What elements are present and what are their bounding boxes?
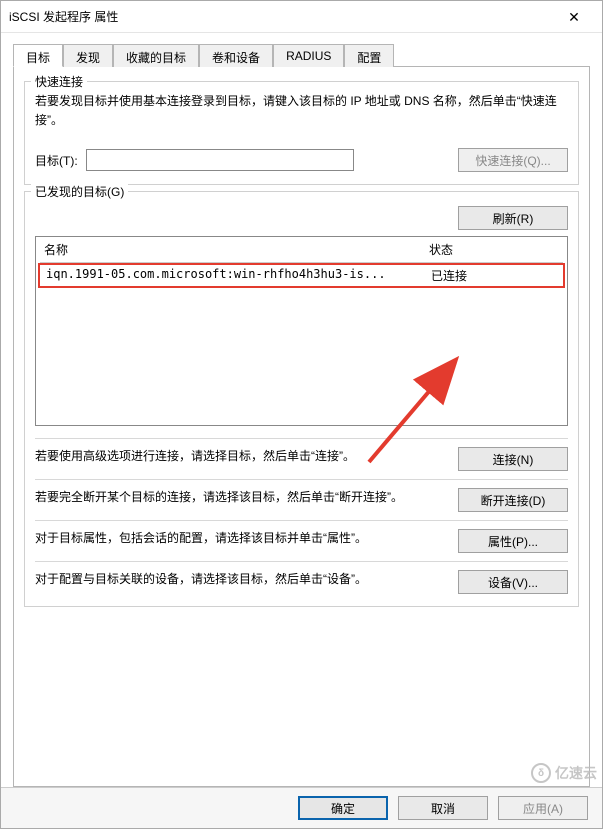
col-header-state: 状态 (429, 241, 559, 258)
list-header: 名称 状态 (36, 237, 567, 262)
disconnect-button[interactable]: 断开连接(D) (458, 488, 568, 512)
content-area: 目标 发现 收藏的目标 卷和设备 RADIUS 配置 快速连接 若要发现目标并使… (1, 33, 602, 787)
table-row[interactable]: iqn.1991-05.com.microsoft:win-rhfho4h3hu… (38, 263, 565, 288)
target-input[interactable] (86, 149, 354, 171)
tab-label: RADIUS (286, 49, 331, 63)
tab-label: 配置 (357, 51, 381, 65)
connect-help: 若要使用高级选项进行连接，请选择目标，然后单击“连接”。 (35, 447, 448, 466)
targets-list[interactable]: 名称 状态 iqn.1991-05.com.microsoft:win-rhfh… (35, 236, 568, 426)
quick-connect-help: 若要发现目标并使用基本连接登录到目标，请键入该目标的 IP 地址或 DNS 名称… (35, 92, 568, 130)
row-name: iqn.1991-05.com.microsoft:win-rhfho4h3hu… (46, 267, 431, 284)
close-icon[interactable]: ✕ (554, 1, 594, 33)
tab-radius[interactable]: RADIUS (273, 44, 344, 67)
ok-button[interactable]: 确定 (298, 796, 388, 820)
tab-strip: 目标 发现 收藏的目标 卷和设备 RADIUS 配置 (13, 43, 590, 67)
devices-help: 对于配置与目标关联的设备，请选择该目标，然后单击“设备”。 (35, 570, 448, 589)
connect-button[interactable]: 连接(N) (458, 447, 568, 471)
quick-connect-button[interactable]: 快速连接(Q)... (458, 148, 568, 172)
target-label: 目标(T): (35, 152, 78, 169)
devices-button[interactable]: 设备(V)... (458, 570, 568, 594)
row-state: 已连接 (431, 267, 557, 284)
tab-volumes-devices[interactable]: 卷和设备 (199, 44, 273, 67)
refresh-button[interactable]: 刷新(R) (458, 206, 568, 230)
action-rows: 若要使用高级选项进行连接，请选择目标，然后单击“连接”。 连接(N) 若要完全断… (35, 438, 568, 602)
properties-button[interactable]: 属性(P)... (458, 529, 568, 553)
col-header-name: 名称 (44, 241, 429, 258)
tab-label: 卷和设备 (212, 51, 260, 65)
tab-label: 发现 (76, 51, 100, 65)
disconnect-help: 若要完全断开某个目标的连接，请选择该目标，然后单击“断开连接”。 (35, 488, 448, 507)
action-row-connect: 若要使用高级选项进行连接，请选择目标，然后单击“连接”。 连接(N) (35, 438, 568, 479)
tab-targets[interactable]: 目标 (13, 44, 63, 67)
group-quick-connect: 快速连接 若要发现目标并使用基本连接登录到目标，请键入该目标的 IP 地址或 D… (24, 81, 579, 185)
titlebar: iSCSI 发起程序 属性 ✕ (1, 1, 602, 33)
tab-config[interactable]: 配置 (344, 44, 394, 67)
dialog-button-bar: 确定 取消 应用(A) (1, 787, 602, 828)
group-discovered-targets: 已发现的目标(G) 刷新(R) 名称 状态 iqn.1991-05.com.mi… (24, 191, 579, 607)
tab-favorite-targets[interactable]: 收藏的目标 (113, 44, 199, 67)
action-row-devices: 对于配置与目标关联的设备，请选择该目标，然后单击“设备”。 设备(V)... (35, 561, 568, 602)
group-title-discovered: 已发现的目标(G) (31, 183, 128, 200)
target-row: 目标(T): 快速连接(Q)... (35, 148, 568, 172)
tab-label: 目标 (26, 51, 50, 65)
action-row-disconnect: 若要完全断开某个目标的连接，请选择该目标，然后单击“断开连接”。 断开连接(D) (35, 479, 568, 520)
properties-help: 对于目标属性，包括会话的配置，请选择该目标并单击“属性”。 (35, 529, 448, 548)
tab-discovery[interactable]: 发现 (63, 44, 113, 67)
cancel-button[interactable]: 取消 (398, 796, 488, 820)
apply-button[interactable]: 应用(A) (498, 796, 588, 820)
group-title-quick-connect: 快速连接 (31, 73, 87, 90)
window-title: iSCSI 发起程序 属性 (9, 8, 554, 25)
action-row-properties: 对于目标属性，包括会话的配置，请选择该目标并单击“属性”。 属性(P)... (35, 520, 568, 561)
tab-label: 收藏的目标 (126, 51, 186, 65)
dialog-window: iSCSI 发起程序 属性 ✕ 目标 发现 收藏的目标 卷和设备 RADIUS … (0, 0, 603, 829)
tab-panel-targets: 快速连接 若要发现目标并使用基本连接登录到目标，请键入该目标的 IP 地址或 D… (13, 67, 590, 787)
